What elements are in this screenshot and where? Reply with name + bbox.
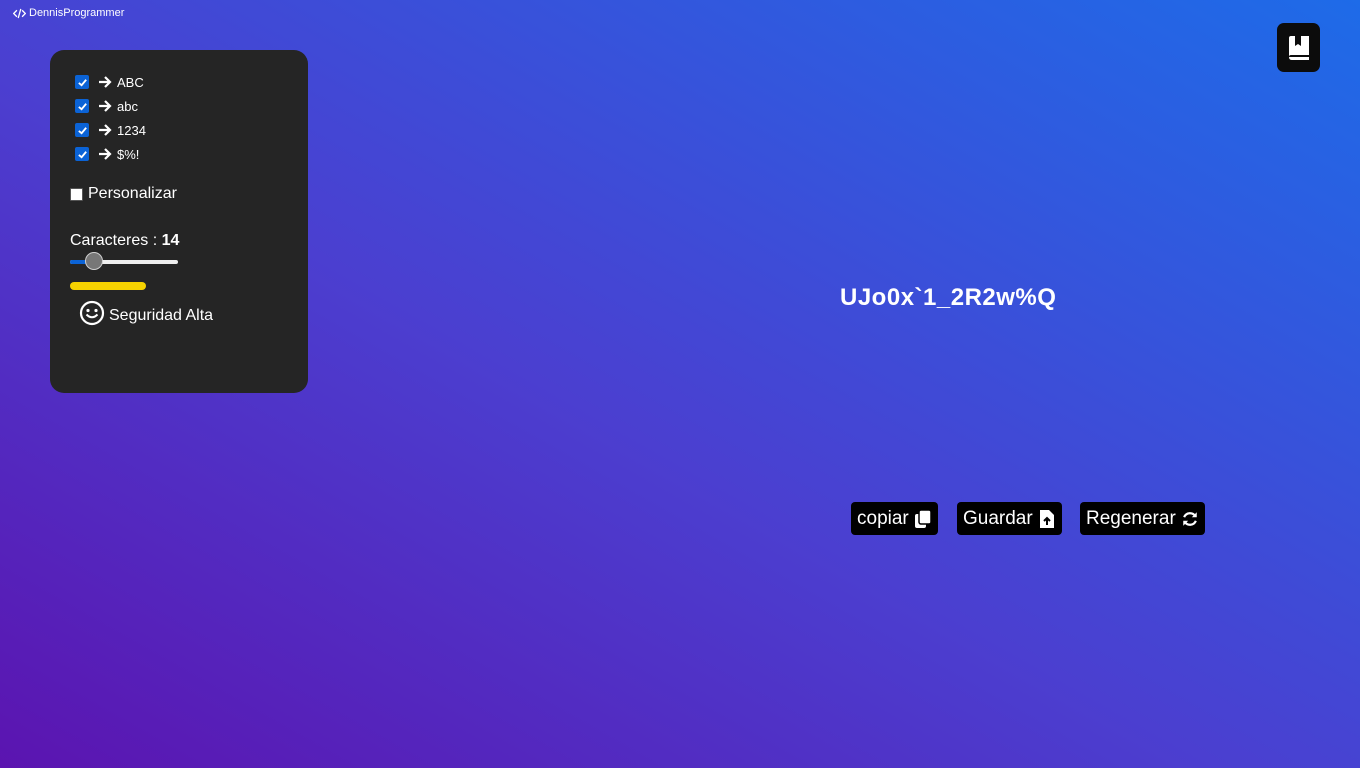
option-uppercase[interactable]: ABC — [75, 74, 144, 90]
lowercase-checkbox[interactable] — [75, 99, 89, 113]
copy-label: copiar — [857, 507, 909, 529]
regenerate-label: Regenerar — [1086, 507, 1176, 529]
numbers-checkbox[interactable] — [75, 123, 89, 137]
option-label: ABC — [117, 74, 144, 90]
book-bookmark-icon — [1288, 35, 1309, 60]
length-value: 14 — [161, 232, 180, 249]
check-icon — [77, 102, 87, 111]
length-slider[interactable] — [70, 252, 178, 270]
code-icon — [13, 8, 26, 18]
length-label: Caracteres : 14 — [70, 232, 179, 250]
uppercase-checkbox[interactable] — [75, 75, 89, 89]
brand-link[interactable]: DennisProgrammer — [13, 7, 124, 19]
option-label: $%! — [117, 146, 140, 162]
check-icon — [77, 78, 87, 87]
strength-label: Seguridad Alta — [109, 307, 214, 324]
check-icon — [77, 126, 87, 135]
check-icon — [77, 150, 87, 159]
save-button[interactable]: Guardar — [957, 502, 1062, 535]
option-label: 1234 — [117, 122, 146, 138]
option-lowercase[interactable]: abc — [75, 98, 138, 114]
save-label: Guardar — [963, 507, 1033, 529]
arrow-right-icon — [97, 74, 113, 90]
option-symbols[interactable]: $%! — [75, 146, 139, 162]
symbols-checkbox[interactable] — [75, 147, 89, 161]
custom-checkbox[interactable] — [70, 187, 83, 201]
brand-text: DennisProgrammer — [29, 7, 125, 19]
refresh-icon — [1182, 511, 1197, 526]
book-button[interactable] — [1277, 23, 1320, 72]
copy-icon — [914, 508, 932, 528]
generated-password: UJo0x`1_2R2w%Q — [840, 284, 1057, 311]
arrow-right-icon — [97, 122, 113, 138]
arrow-right-icon — [97, 98, 113, 114]
options-panel: ABC abc 1234 $%! Personalizar Caracteres… — [50, 50, 308, 393]
regenerate-button[interactable]: Regenerar — [1080, 502, 1205, 535]
custom-option[interactable]: Personalizar — [70, 185, 177, 203]
copy-button[interactable]: copiar — [851, 502, 938, 535]
option-numbers[interactable]: 1234 — [75, 122, 146, 138]
slider-thumb[interactable] — [85, 252, 103, 270]
strength-bar — [70, 282, 146, 290]
arrow-right-icon — [97, 146, 113, 162]
length-text: Caracteres : — [70, 232, 162, 249]
file-upload-icon — [1039, 509, 1054, 528]
smile-icon — [79, 300, 105, 326]
option-label: abc — [117, 98, 138, 114]
strength-indicator: Seguridad Alta — [79, 300, 213, 326]
custom-label: Personalizar — [88, 185, 177, 202]
